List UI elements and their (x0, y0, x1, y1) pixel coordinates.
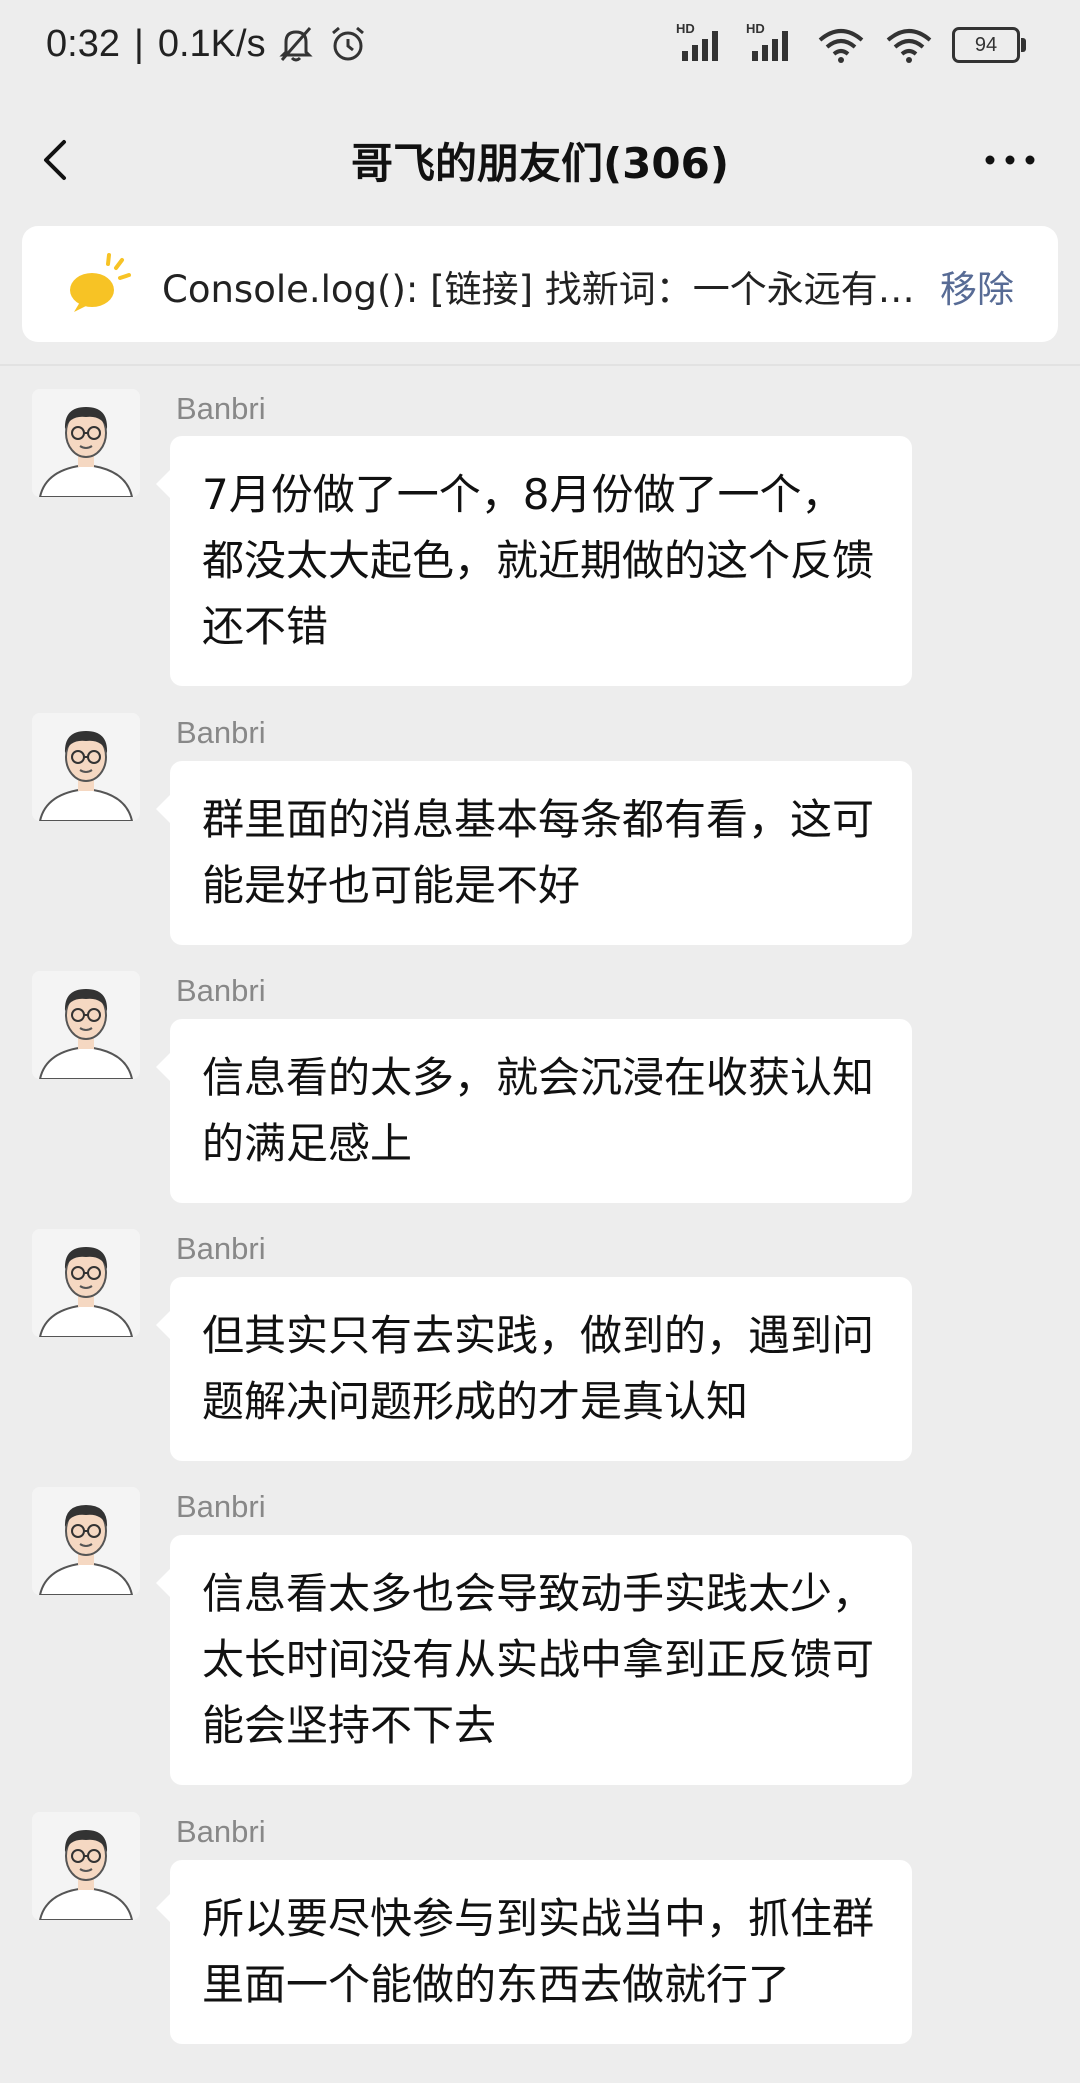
network-speed: 0.1K/s (157, 22, 266, 65)
avatar-icon (32, 1487, 140, 1595)
speech-bubble-icon (70, 253, 131, 312)
avatar-icon (32, 1812, 140, 1920)
status-time: 0:32 (46, 22, 120, 65)
avatar[interactable] (32, 1487, 140, 1595)
sender-name: Banbri (176, 1814, 266, 1849)
avatar[interactable] (32, 1812, 140, 1920)
sender-name: Banbri (176, 973, 266, 1008)
alarm-clock-icon (331, 26, 364, 61)
signal-icon: HD (676, 21, 728, 63)
wifi-icon (886, 29, 932, 63)
battery-icon: 94 (952, 27, 1026, 63)
avatar-icon (32, 971, 140, 1079)
pinned-message-bar[interactable]: Console.log(): [链接] 找新词：一个永远有… 移除 (22, 226, 1058, 342)
message-bubble[interactable]: 但其实只有去实践，做到的，遇到问题解决问题形成的才是真认知 (156, 1277, 912, 1461)
avatar[interactable] (32, 713, 140, 821)
avatar-icon (32, 1229, 140, 1337)
status-separator: | (133, 22, 144, 65)
hd-label: HD (746, 21, 765, 36)
message-bubble[interactable]: 信息看的太多，就会沉浸在收获认知的满足感上 (156, 1019, 912, 1203)
battery-level: 94 (974, 34, 998, 56)
sender-name: Banbri (176, 391, 266, 426)
avatar-icon (32, 389, 140, 497)
status-bar: 0:32 | 0.1K/s HD HD 94 (0, 0, 1080, 100)
sender-name: Banbri (176, 1231, 266, 1266)
avatar[interactable] (32, 971, 140, 1079)
chat-header: 哥飞的朋友们(306) (0, 100, 1080, 220)
hd-label: HD (676, 21, 695, 36)
pinned-message-text: Console.log(): [链接] 找新词：一个永远有… (162, 268, 915, 311)
bell-muted-icon (278, 27, 313, 62)
divider (0, 364, 1080, 366)
avatar-icon (32, 713, 140, 821)
message-bubble[interactable]: 信息看太多也会导致动手实践太少，太长时间没有从实战中拿到正反馈可能会坚持不下去 (156, 1535, 912, 1785)
avatar[interactable] (32, 389, 140, 497)
avatar[interactable] (32, 1229, 140, 1337)
message-bubble[interactable]: 所以要尽快参与到实战当中，抓住群里面一个能做的东西去做就行了 (156, 1860, 912, 2044)
status-bar-left: 0:32 | 0.1K/s (46, 22, 370, 66)
more-dots-icon[interactable] (980, 140, 1040, 180)
sender-name: Banbri (176, 1489, 266, 1524)
status-bar-right: HD HD 94 (676, 21, 1026, 64)
message-bubble[interactable]: 群里面的消息基本每条都有看，这可能是好也可能是不好 (156, 761, 912, 945)
sender-name: Banbri (176, 715, 266, 750)
message-bubble[interactable]: 7月份做了一个，8月份做了一个，都没太大起色，就近期做的这个反馈还不错 (156, 436, 912, 686)
page-title: 哥飞的朋友们(306) (350, 139, 730, 188)
signal-icon: HD (746, 21, 798, 63)
remove-pinned-button[interactable]: 移除 (940, 259, 1014, 313)
wifi-icon (818, 29, 864, 63)
